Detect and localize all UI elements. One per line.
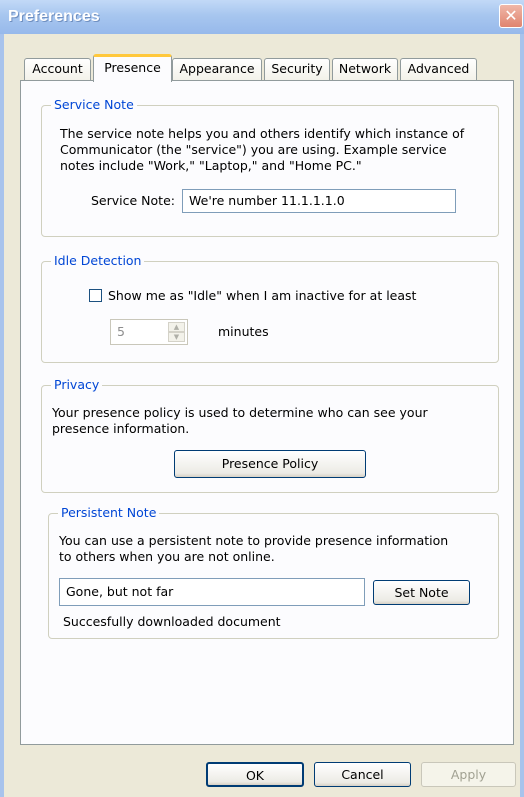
service-note-group: Service Note The service note helps you … — [41, 97, 499, 237]
idle-minutes-label: minutes — [218, 324, 269, 339]
chevron-down-icon[interactable]: ▼ — [168, 332, 185, 342]
service-note-description-line-2: Communicator (the "service") you are usi… — [60, 142, 447, 157]
spinner-buttons: ▲ ▼ — [168, 322, 185, 342]
close-icon: ✕ — [504, 6, 518, 25]
tab-account[interactable]: Account — [24, 58, 91, 80]
idle-minutes-value: 5 — [117, 324, 125, 339]
chevron-up-icon[interactable]: ▲ — [168, 322, 185, 332]
ok-button[interactable]: OK — [206, 762, 304, 787]
tab-appearance[interactable]: Appearance — [172, 58, 262, 80]
tab-presence[interactable]: Presence — [93, 54, 172, 82]
privacy-description-line-2: presence information. — [52, 421, 190, 436]
tab-presence-label: Presence — [104, 60, 161, 75]
window-border-left — [0, 34, 4, 797]
service-note-description-line-1: The service note helps you and others id… — [60, 126, 465, 141]
title-bar[interactable]: Preferences ✕ — [0, 0, 524, 34]
tab-account-label: Account — [32, 61, 83, 76]
tab-network[interactable]: Network — [332, 58, 398, 80]
tab-advanced[interactable]: Advanced — [400, 58, 477, 80]
persistent-note-legend: Persistent Note — [58, 505, 160, 521]
preferences-window: Preferences ✕ Account Presence Appearanc… — [0, 0, 524, 797]
apply-button[interactable]: Apply — [421, 762, 516, 787]
privacy-group: Privacy Your presence policy is used to … — [41, 377, 499, 493]
presence-tab-panel: Service Note The service note helps you … — [20, 80, 514, 745]
persistent-note-group: Persistent Note You can use a persistent… — [48, 505, 499, 639]
presence-policy-button[interactable]: Presence Policy — [174, 450, 366, 478]
tab-appearance-label: Appearance — [179, 61, 255, 76]
tab-advanced-label: Advanced — [407, 61, 470, 76]
close-button[interactable]: ✕ — [499, 4, 523, 28]
service-note-input[interactable]: We're number 11.1.1.1.0 — [182, 189, 456, 213]
tab-security-label: Security — [271, 61, 323, 76]
cancel-button[interactable]: Cancel — [314, 762, 411, 787]
persistent-note-description-line-1: You can use a persistent note to provide… — [59, 533, 449, 548]
service-note-description-line-3: notes include "Work," "Laptop," and "Hom… — [60, 158, 362, 173]
idle-minutes-spinner[interactable]: 5 ▲ ▼ — [110, 319, 188, 345]
window-border-right — [520, 34, 524, 797]
tab-security[interactable]: Security — [264, 58, 330, 80]
idle-detection-legend: Idle Detection — [51, 253, 145, 269]
persistent-note-description-line-2: to others when you are not online. — [59, 549, 275, 564]
service-note-field-label: Service Note: — [91, 193, 175, 208]
privacy-description-line-1: Your presence policy is used to determin… — [52, 405, 428, 420]
persistent-note-status: Succesfully downloaded document — [63, 614, 281, 629]
idle-detection-group: Idle Detection Show me as "Idle" when I … — [41, 253, 499, 363]
idle-checkbox[interactable] — [89, 289, 102, 302]
set-note-button[interactable]: Set Note — [373, 580, 470, 605]
idle-checkbox-label[interactable]: Show me as "Idle" when I am inactive for… — [108, 288, 416, 304]
persistent-note-input[interactable]: Gone, but not far — [59, 578, 365, 606]
tab-network-label: Network — [338, 61, 392, 76]
service-note-legend: Service Note — [51, 97, 137, 113]
privacy-legend: Privacy — [51, 377, 103, 393]
window-title: Preferences — [8, 8, 100, 25]
